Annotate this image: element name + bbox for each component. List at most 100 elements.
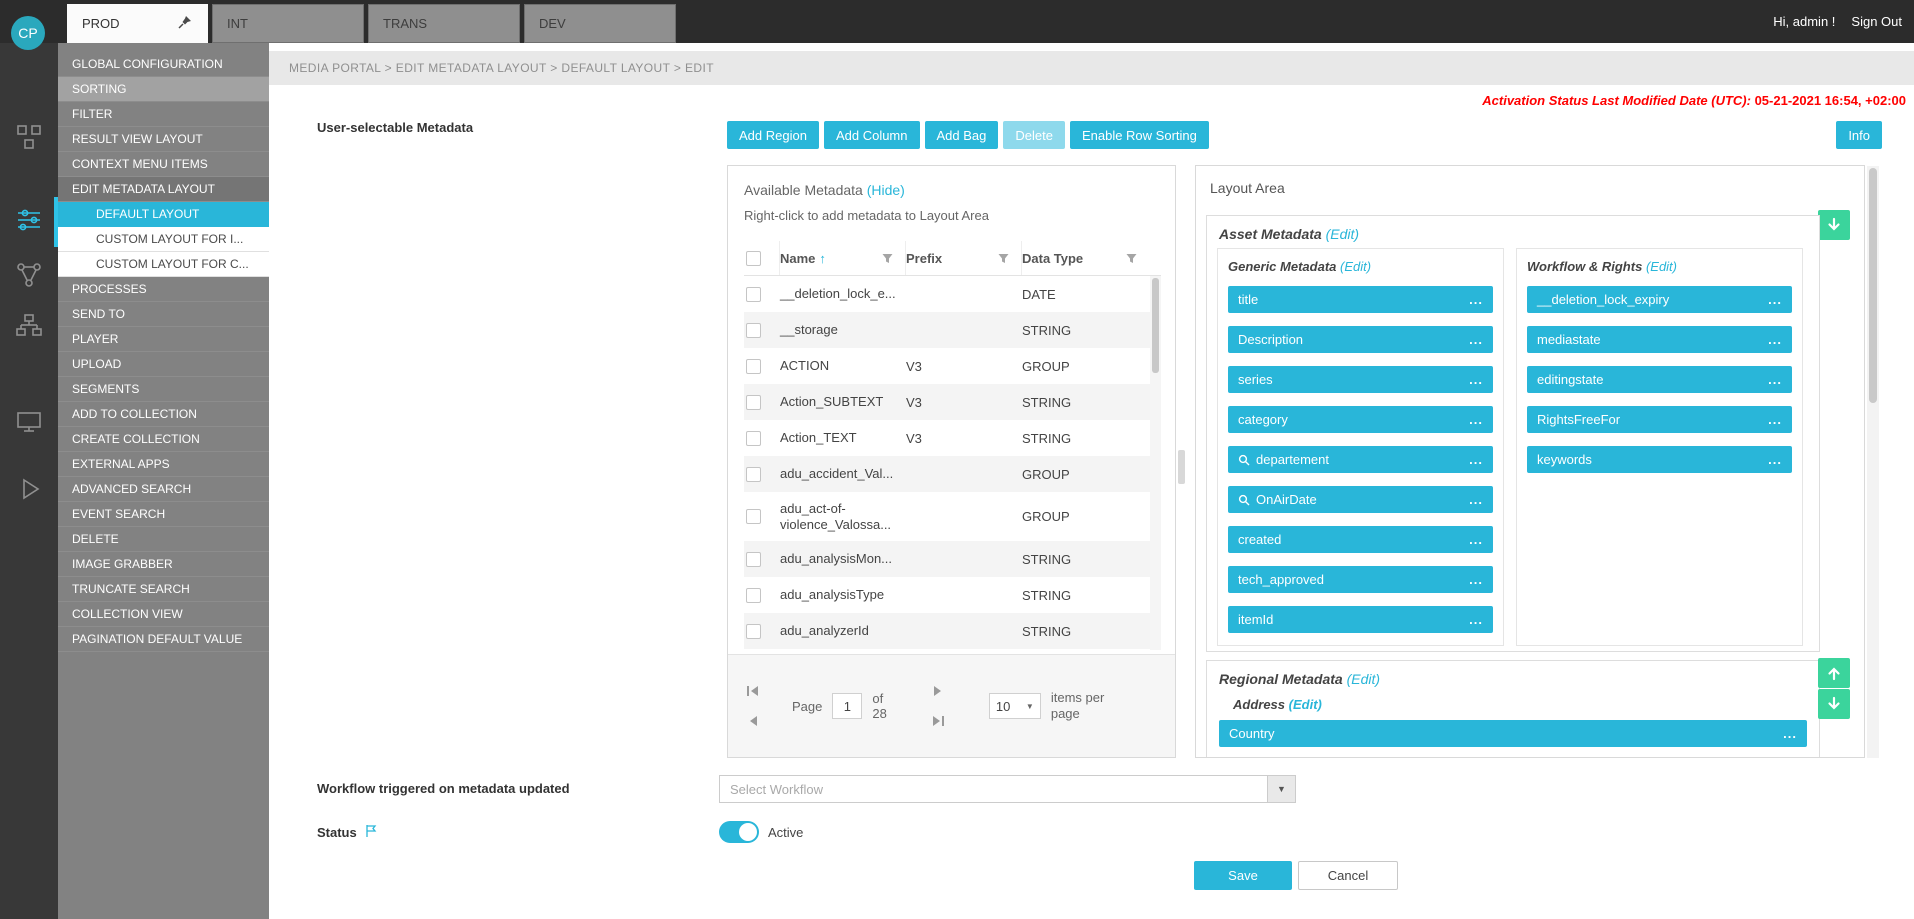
drag-handle-icon[interactable]: ... bbox=[1469, 452, 1483, 467]
first-page-icon[interactable] bbox=[742, 682, 764, 700]
tab-int[interactable]: INT bbox=[212, 4, 364, 43]
configuration-icon[interactable] bbox=[14, 205, 44, 235]
sidebar-item-context-menu-items[interactable]: CONTEXT MENU ITEMS bbox=[58, 152, 269, 177]
regional-metadata-edit-link[interactable]: (Edit) bbox=[1347, 671, 1380, 687]
metadata-chip[interactable]: OnAirDate... bbox=[1228, 486, 1493, 513]
drag-handle-icon[interactable]: ... bbox=[1768, 452, 1782, 467]
sidebar-item-pagination-default-value[interactable]: PAGINATION DEFAULT VALUE bbox=[58, 627, 269, 652]
enable-row-sorting-button[interactable]: Enable Row Sorting bbox=[1070, 121, 1209, 149]
metadata-chip[interactable]: __deletion_lock_expiry... bbox=[1527, 286, 1792, 313]
sidebar-item-upload[interactable]: UPLOAD bbox=[58, 352, 269, 377]
row-checkbox[interactable] bbox=[746, 287, 761, 302]
drag-handle-icon[interactable]: ... bbox=[1469, 612, 1483, 627]
add-column-button[interactable]: Add Column bbox=[824, 121, 920, 149]
table-row[interactable]: adu_act-of-violence_Valossa... GROUP bbox=[744, 492, 1161, 541]
sidebar-item-collection-view[interactable]: COLLECTION VIEW bbox=[58, 602, 269, 627]
filter-icon[interactable] bbox=[998, 253, 1009, 264]
table-row[interactable]: adu_analyzerId STRING bbox=[744, 613, 1161, 649]
drag-handle-icon[interactable]: ... bbox=[1768, 332, 1782, 347]
sign-out-link[interactable]: Sign Out bbox=[1851, 14, 1902, 29]
sidebar-item-filter[interactable]: FILTER bbox=[58, 102, 269, 127]
sidebar-item-event-search[interactable]: EVENT SEARCH bbox=[58, 502, 269, 527]
drag-handle-icon[interactable]: ... bbox=[1768, 412, 1782, 427]
sidebar-item-delete[interactable]: DELETE bbox=[58, 527, 269, 552]
column-header-data-type[interactable]: Data Type bbox=[1022, 241, 1149, 275]
metadata-chip[interactable]: itemId... bbox=[1228, 606, 1493, 633]
sidebar-item-custom-layout-2[interactable]: CUSTOM LAYOUT FOR C... bbox=[58, 252, 269, 277]
sidebar-item-sorting[interactable]: SORTING bbox=[58, 77, 269, 102]
metadata-chip[interactable]: keywords... bbox=[1527, 446, 1792, 473]
drag-handle-icon[interactable]: ... bbox=[1768, 372, 1782, 387]
select-all-checkbox[interactable] bbox=[746, 251, 761, 266]
sidebar-item-advanced-search[interactable]: ADVANCED SEARCH bbox=[58, 477, 269, 502]
sidebar-item-global-configuration[interactable]: GLOBAL CONFIGURATION bbox=[58, 52, 269, 77]
table-row[interactable]: __deletion_lock_e... DATE bbox=[744, 276, 1161, 312]
sidebar-item-edit-metadata-layout[interactable]: EDIT METADATA LAYOUT bbox=[58, 177, 269, 202]
table-row[interactable]: adu_accident_Val... GROUP bbox=[744, 456, 1161, 492]
sidebar-item-send-to[interactable]: SEND TO bbox=[58, 302, 269, 327]
row-checkbox[interactable] bbox=[746, 552, 761, 567]
drag-handle-icon[interactable]: ... bbox=[1783, 726, 1797, 741]
row-checkbox[interactable] bbox=[746, 509, 761, 524]
workflow-select[interactable]: Select Workflow ▼ bbox=[719, 775, 1296, 803]
flag-icon[interactable] bbox=[364, 824, 378, 841]
metadata-chip[interactable]: category... bbox=[1228, 406, 1493, 433]
metadata-chip[interactable]: departement... bbox=[1228, 446, 1493, 473]
sidebar-item-default-layout[interactable]: DEFAULT LAYOUT bbox=[58, 202, 269, 227]
info-button[interactable]: Info bbox=[1836, 121, 1882, 149]
delete-button[interactable]: Delete bbox=[1003, 121, 1065, 149]
save-button[interactable]: Save bbox=[1194, 861, 1292, 890]
metadata-chip[interactable]: title... bbox=[1228, 286, 1493, 313]
modules-icon[interactable] bbox=[14, 122, 44, 152]
move-up-button[interactable] bbox=[1818, 658, 1850, 688]
metadata-chip[interactable]: mediastate... bbox=[1527, 326, 1792, 353]
filter-icon[interactable] bbox=[882, 253, 893, 264]
tab-dev[interactable]: DEV bbox=[524, 4, 676, 43]
table-row[interactable]: adu_analysisType STRING bbox=[744, 577, 1161, 613]
chevron-down-icon[interactable]: ▼ bbox=[1267, 776, 1295, 802]
hierarchy-icon[interactable] bbox=[14, 312, 44, 342]
panel-splitter[interactable] bbox=[1178, 450, 1185, 484]
apps-icon[interactable] bbox=[14, 407, 44, 437]
address-edit-link[interactable]: (Edit) bbox=[1289, 697, 1322, 712]
scrollbar-thumb[interactable] bbox=[1152, 278, 1159, 373]
next-page-icon[interactable] bbox=[927, 682, 949, 700]
row-checkbox[interactable] bbox=[746, 588, 761, 603]
add-bag-button[interactable]: Add Bag bbox=[925, 121, 999, 149]
move-down-button[interactable] bbox=[1818, 210, 1850, 240]
row-checkbox[interactable] bbox=[746, 624, 761, 639]
asset-metadata-edit-link[interactable]: (Edit) bbox=[1326, 226, 1359, 242]
row-checkbox[interactable] bbox=[746, 431, 761, 446]
sidebar-item-custom-layout-1[interactable]: CUSTOM LAYOUT FOR I... bbox=[58, 227, 269, 252]
column-header-prefix[interactable]: Prefix bbox=[906, 241, 1022, 275]
row-checkbox[interactable] bbox=[746, 467, 761, 482]
sidebar-item-create-collection[interactable]: CREATE COLLECTION bbox=[58, 427, 269, 452]
workflow-rights-edit-link[interactable]: (Edit) bbox=[1646, 259, 1677, 274]
sidebar-item-processes[interactable]: PROCESSES bbox=[58, 277, 269, 302]
player-icon[interactable] bbox=[14, 474, 44, 504]
cancel-button[interactable]: Cancel bbox=[1298, 861, 1398, 890]
drag-handle-icon[interactable]: ... bbox=[1469, 372, 1483, 387]
table-row[interactable]: __storage STRING bbox=[744, 312, 1161, 348]
app-logo[interactable]: CP bbox=[11, 16, 45, 50]
metadata-chip[interactable]: created... bbox=[1228, 526, 1493, 553]
metadata-chip[interactable]: Description... bbox=[1228, 326, 1493, 353]
drag-handle-icon[interactable]: ... bbox=[1768, 292, 1782, 307]
table-row[interactable]: adu_analysisMon... STRING bbox=[744, 541, 1161, 577]
sidebar-item-image-grabber[interactable]: IMAGE GRABBER bbox=[58, 552, 269, 577]
metadata-chip[interactable]: tech_approved... bbox=[1228, 566, 1493, 593]
page-size-select[interactable]: 10 ▼ bbox=[989, 693, 1041, 719]
table-row[interactable]: ACTION V3 GROUP bbox=[744, 348, 1161, 384]
sidebar-item-truncate-search[interactable]: TRUNCATE SEARCH bbox=[58, 577, 269, 602]
metadata-chip[interactable]: Country... bbox=[1219, 720, 1807, 747]
page-number-input[interactable] bbox=[832, 693, 862, 719]
table-scrollbar[interactable] bbox=[1150, 276, 1161, 650]
sidebar-item-add-to-collection[interactable]: ADD TO COLLECTION bbox=[58, 402, 269, 427]
status-toggle[interactable] bbox=[719, 821, 759, 843]
drag-handle-icon[interactable]: ... bbox=[1469, 292, 1483, 307]
add-region-button[interactable]: Add Region bbox=[727, 121, 819, 149]
filter-icon[interactable] bbox=[1126, 253, 1137, 264]
tab-trans[interactable]: TRANS bbox=[368, 4, 520, 43]
sidebar-item-player[interactable]: PLAYER bbox=[58, 327, 269, 352]
workflow-icon[interactable] bbox=[14, 260, 44, 290]
